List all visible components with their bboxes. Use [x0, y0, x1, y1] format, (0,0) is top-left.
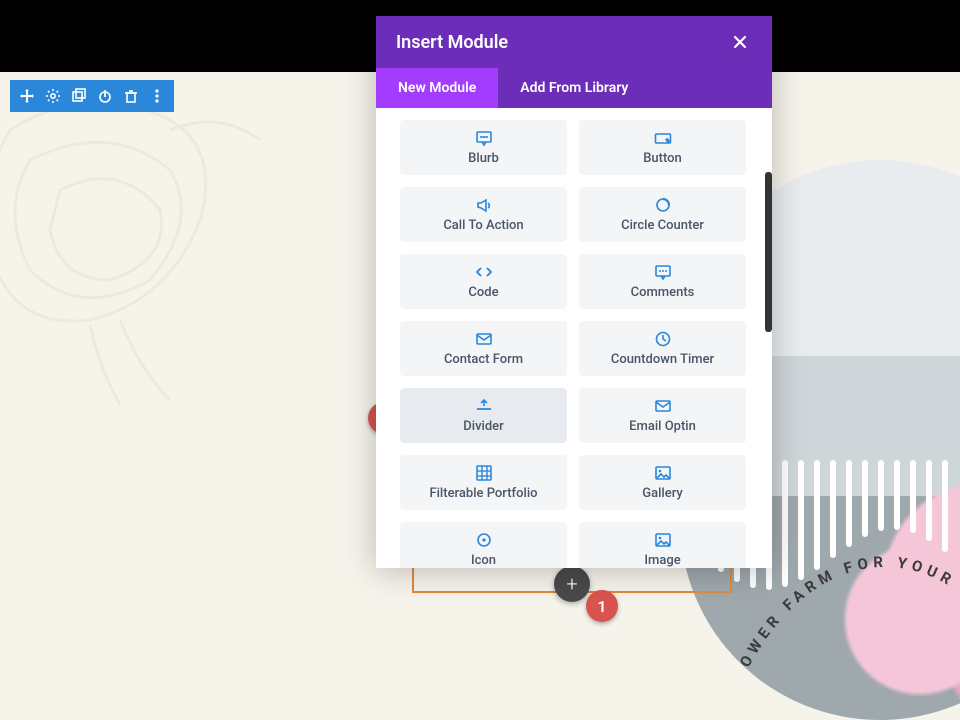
module-card-label: Gallery — [642, 486, 683, 501]
modal-tabs: New Module Add From Library — [376, 68, 772, 108]
module-card-code[interactable]: Code — [400, 254, 567, 309]
scrollbar-thumb[interactable] — [765, 172, 772, 332]
mail-icon — [475, 330, 493, 348]
toggle-button[interactable] — [92, 80, 118, 112]
tab-add-from-library-label: Add From Library — [520, 80, 628, 96]
divider-icon — [475, 397, 493, 415]
module-card-label: Icon — [471, 553, 496, 568]
button-icon — [654, 129, 672, 147]
modal-header: Insert Module — [376, 16, 772, 68]
module-card-label: Circle Counter — [621, 218, 704, 233]
module-card-label: Blurb — [468, 151, 499, 166]
image-icon — [654, 464, 672, 482]
tab-new-module-label: New Module — [398, 80, 476, 96]
module-card-icon[interactable]: Icon — [400, 522, 567, 568]
module-card-email-optin[interactable]: Email Optin — [579, 388, 746, 443]
duplicate-button[interactable] — [66, 80, 92, 112]
modal-title: Insert Module — [396, 32, 508, 53]
circle-counter-icon — [654, 196, 672, 214]
annotation-1: 1 — [586, 590, 618, 622]
blurb-icon — [475, 129, 493, 147]
module-card-divider[interactable]: Divider — [400, 388, 567, 443]
module-card-label: Email Optin — [629, 419, 696, 434]
move-button[interactable] — [14, 80, 40, 112]
floral-illustration — [0, 70, 280, 410]
module-card-label: Comments — [631, 285, 695, 300]
target-icon — [475, 531, 493, 549]
module-grid: Blurb Button Call To Action Circle Counter C… — [400, 120, 756, 568]
module-card-label: Image — [644, 553, 680, 568]
tab-new-module[interactable]: New Module — [376, 68, 498, 108]
settings-button[interactable] — [40, 80, 66, 112]
module-card-button[interactable]: Button — [579, 120, 746, 175]
plus-icon: + — [566, 572, 577, 596]
comments-icon — [654, 263, 672, 281]
module-card-image[interactable]: Image — [579, 522, 746, 568]
delete-button[interactable] — [118, 80, 144, 112]
module-card-circle-counter[interactable]: Circle Counter — [579, 187, 746, 242]
image-icon — [654, 531, 672, 549]
module-card-label: Countdown Timer — [611, 352, 714, 367]
module-card-gallery[interactable]: Gallery — [579, 455, 746, 510]
module-card-filterable-portfolio[interactable]: Filterable Portfolio — [400, 455, 567, 510]
close-icon — [732, 34, 748, 50]
module-card-label: Filterable Portfolio — [429, 486, 537, 501]
module-card-contact-form[interactable]: Contact Form — [400, 321, 567, 376]
modal-body: Blurb Button Call To Action Circle Counter C… — [376, 108, 772, 568]
module-card-cta[interactable]: Call To Action — [400, 187, 567, 242]
module-card-label: Contact Form — [444, 352, 523, 367]
mail-icon — [654, 397, 672, 415]
module-card-blurb[interactable]: Blurb — [400, 120, 567, 175]
modal-close-button[interactable] — [728, 30, 752, 54]
megaphone-icon — [475, 196, 493, 214]
more-button[interactable] — [144, 80, 170, 112]
insert-module-modal: Insert Module New Module Add From Librar… — [376, 16, 772, 568]
grid-icon — [475, 464, 493, 482]
module-card-comments[interactable]: Comments — [579, 254, 746, 309]
clock-icon — [654, 330, 672, 348]
module-card-label: Code — [468, 285, 498, 300]
module-card-label: Divider — [463, 419, 503, 434]
module-card-label: Call To Action — [443, 218, 523, 233]
code-icon — [475, 263, 493, 281]
tab-add-from-library[interactable]: Add From Library — [498, 68, 650, 108]
section-toolbar — [10, 80, 174, 112]
annotation-1-label: 1 — [597, 597, 606, 616]
module-card-countdown[interactable]: Countdown Timer — [579, 321, 746, 376]
add-module-button[interactable]: + — [554, 566, 590, 602]
module-card-label: Button — [643, 151, 682, 166]
